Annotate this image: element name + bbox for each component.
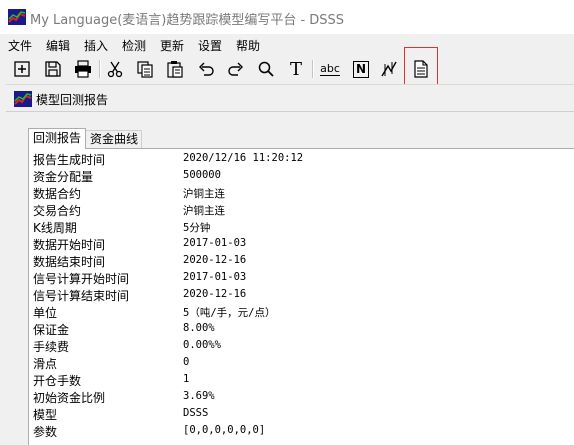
subwindow-title: 模型回测报告 bbox=[36, 93, 109, 107]
spellcheck-button[interactable]: abc bbox=[317, 58, 343, 80]
copy-button[interactable] bbox=[134, 58, 156, 80]
tab-equity-curve[interactable]: 资金曲线 bbox=[86, 130, 142, 148]
report-value: 2020/12/16 11:20:12 bbox=[183, 152, 304, 164]
paste-button[interactable] bbox=[164, 58, 186, 80]
report-label: 数据结束时间 bbox=[33, 255, 106, 269]
undo-button[interactable] bbox=[195, 58, 217, 80]
report-row: 信号计算开始时间 2017-01-03 bbox=[33, 270, 573, 287]
redo-button[interactable] bbox=[225, 58, 247, 80]
report-label: 资金分配量 bbox=[33, 170, 94, 184]
menu-check[interactable]: 检测 bbox=[122, 37, 146, 54]
report-value: 沪铜主连 bbox=[183, 205, 225, 217]
menu-update[interactable]: 更新 bbox=[160, 37, 184, 54]
report-label: 报告生成时间 bbox=[33, 153, 106, 167]
report-value: 2020-12-16 bbox=[183, 288, 247, 300]
tab-backtest-report[interactable]: 回测报告 bbox=[28, 128, 86, 149]
report-row: 单位 5（吨/手，元/点） bbox=[33, 304, 573, 321]
report-value: 2017-01-03 bbox=[183, 271, 247, 283]
report-label: 数据开始时间 bbox=[33, 238, 106, 252]
app-logo-icon bbox=[14, 91, 32, 107]
menu-settings[interactable]: 设置 bbox=[198, 37, 222, 54]
menu-file[interactable]: 文件 bbox=[8, 37, 32, 54]
copy-icon bbox=[137, 61, 153, 78]
report-value: 500000 bbox=[183, 169, 221, 181]
report-value: 1 bbox=[183, 373, 190, 385]
menu-bar: 文件 编辑 插入 检测 更新 设置 帮助 bbox=[0, 34, 574, 54]
report-panel: 报告生成时间 2020/12/16 11:20:12 资金分配量 500000 数据… bbox=[28, 148, 574, 445]
report-label: 手续费 bbox=[33, 340, 70, 354]
report-label: 模型 bbox=[33, 408, 58, 422]
paste-icon bbox=[167, 61, 183, 78]
menu-edit[interactable]: 编辑 bbox=[46, 37, 70, 54]
report-value: 3.69% bbox=[183, 390, 215, 402]
report-row: 保证金 8.00% bbox=[33, 321, 573, 338]
chart-tool-button[interactable] bbox=[378, 58, 400, 80]
report-row: 初始资金比例 3.69% bbox=[33, 389, 573, 406]
report-label: 开仓手数 bbox=[33, 374, 82, 388]
chart-tool-icon bbox=[381, 61, 397, 77]
report-value: 8.00% bbox=[183, 322, 215, 334]
report-value: [0,0,0,0,0,0] bbox=[183, 424, 266, 436]
report-value: 2017-01-03 bbox=[183, 237, 247, 249]
report-row: 滑点 0 bbox=[33, 355, 573, 372]
cut-icon bbox=[107, 61, 123, 78]
print-button[interactable] bbox=[72, 58, 94, 80]
report-label: 参数 bbox=[33, 425, 58, 439]
find-button[interactable] bbox=[255, 58, 277, 80]
report-label: 单位 bbox=[33, 306, 58, 320]
backtest-report-window: 模型回测报告 回测报告 资金曲线 报告生成时间 2020/12/16 11:20:… bbox=[6, 84, 574, 445]
report-row: 交易合约 沪铜主连 bbox=[33, 202, 573, 219]
menu-insert[interactable]: 插入 bbox=[84, 37, 108, 54]
print-icon bbox=[75, 60, 91, 78]
report-row: 资金分配量 500000 bbox=[33, 168, 573, 185]
menu-help[interactable]: 帮助 bbox=[236, 37, 260, 54]
report-value: 0.00%% bbox=[183, 339, 221, 351]
text-icon: T bbox=[289, 58, 302, 80]
report-row: K线周期 5分钟 bbox=[33, 219, 573, 236]
report-value: 沪铜主连 bbox=[183, 188, 225, 200]
report-label: 信号计算结束时间 bbox=[33, 289, 130, 303]
report-label: 数据合约 bbox=[33, 187, 82, 201]
title-bar: My Language(麦语言)趋势跟踪模型编写平台 - DSSS bbox=[0, 0, 574, 34]
save-icon bbox=[45, 61, 61, 77]
app-logo-icon bbox=[8, 9, 26, 25]
n-icon: N bbox=[353, 60, 369, 78]
window-title: My Language(麦语言)趋势跟踪模型编写平台 - DSSS bbox=[30, 13, 345, 28]
report-row: 手续费 0.00%% bbox=[33, 338, 573, 355]
toolbar: T abc N bbox=[0, 54, 574, 84]
new-icon bbox=[14, 61, 30, 77]
report-label: 交易合约 bbox=[33, 204, 82, 218]
report-label: 保证金 bbox=[33, 323, 70, 337]
n-button[interactable]: N bbox=[350, 58, 372, 80]
report-value: 5分钟 bbox=[183, 222, 211, 234]
report-row: 数据结束时间 2020-12-16 bbox=[33, 253, 573, 270]
report-value: 0 bbox=[183, 356, 190, 368]
report-value: 2020-12-16 bbox=[183, 254, 247, 266]
report-value: DSSS bbox=[183, 407, 209, 419]
divider bbox=[6, 111, 574, 112]
report-label: 滑点 bbox=[33, 357, 58, 371]
text-button[interactable]: T bbox=[285, 58, 307, 80]
highlight-box bbox=[404, 47, 438, 88]
report-row: 开仓手数 1 bbox=[33, 372, 573, 389]
report-row: 信号计算结束时间 2020-12-16 bbox=[33, 287, 573, 304]
save-button[interactable] bbox=[42, 58, 64, 80]
new-button[interactable] bbox=[11, 58, 33, 80]
report-row: 数据开始时间 2017-01-03 bbox=[33, 236, 573, 253]
report-label: 初始资金比例 bbox=[33, 391, 106, 405]
redo-icon bbox=[228, 62, 243, 76]
report-label: K线周期 bbox=[33, 221, 77, 235]
abc-icon: abc bbox=[320, 61, 340, 76]
toolbar-separator bbox=[312, 60, 314, 78]
cut-button[interactable] bbox=[104, 58, 126, 80]
undo-icon bbox=[199, 62, 214, 76]
report-row: 数据合约 沪铜主连 bbox=[33, 185, 573, 202]
report-label: 信号计算开始时间 bbox=[33, 272, 130, 286]
toolbar-separator bbox=[99, 60, 101, 78]
report-row: 参数 [0,0,0,0,0,0] bbox=[33, 423, 573, 440]
report-row: 报告生成时间 2020/12/16 11:20:12 bbox=[33, 151, 573, 168]
report-row: 模型 DSSS bbox=[33, 406, 573, 423]
report-value: 5（吨/手，元/点） bbox=[183, 307, 276, 319]
search-icon bbox=[258, 61, 274, 77]
